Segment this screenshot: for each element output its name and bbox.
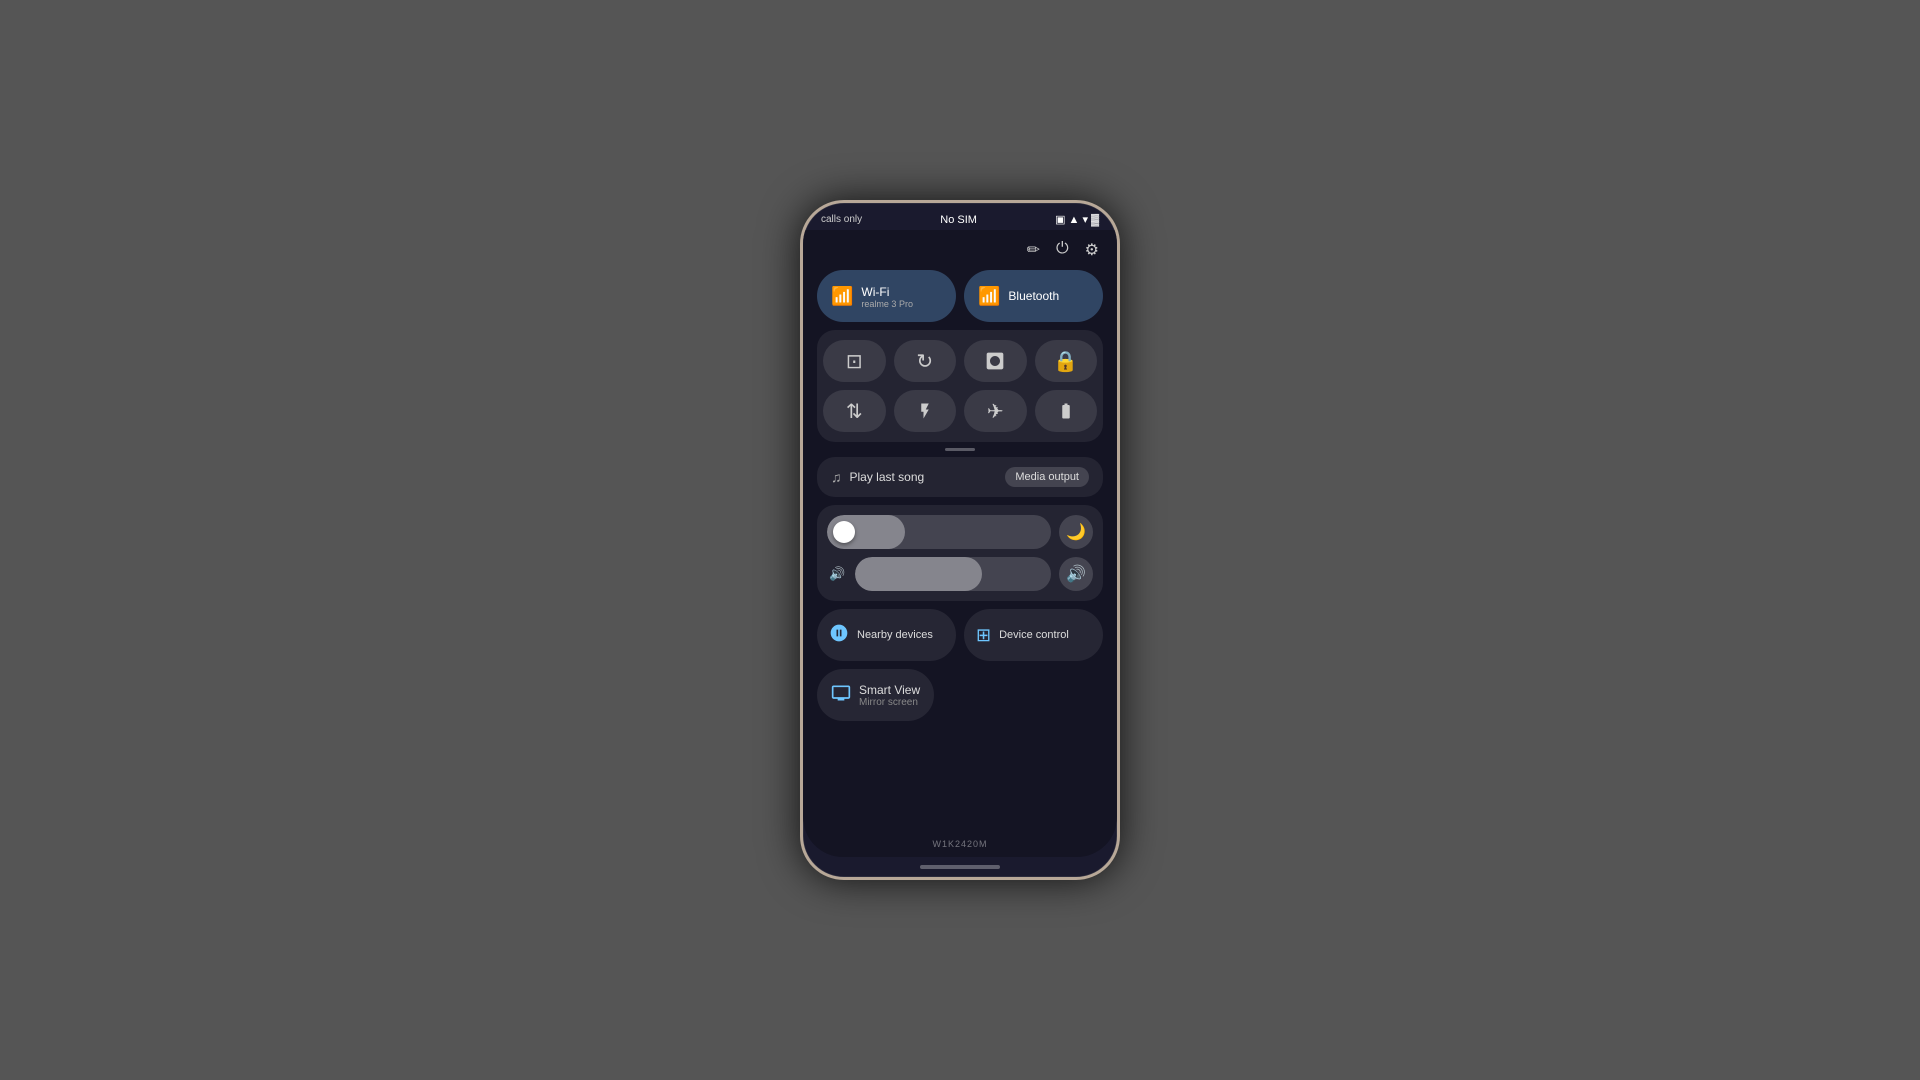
bluetooth-label: Bluetooth: [1008, 289, 1059, 303]
quick-panel: ✏ ⏻ ⚙ 📶 Wi-Fi realme 3 Pro 📶 Bluetooth: [803, 230, 1117, 857]
smart-view-btn[interactable]: Smart View Mirror screen: [817, 669, 934, 721]
phone-wrapper: calls only No SIM ▣ ▲ ▾ ▓ ✏ ⏻ ⚙ 📶: [800, 200, 1120, 880]
media-output-btn[interactable]: Media output: [1005, 467, 1089, 487]
volume-left-icon: 🔊: [827, 566, 847, 582]
lock-btn[interactable]: 🔒: [1035, 340, 1098, 382]
wifi-icon: 📶: [831, 286, 853, 307]
power-icon[interactable]: ⏻: [1056, 240, 1069, 260]
device-control-label: Device control: [999, 629, 1069, 641]
smart-view-icon: [831, 683, 851, 708]
smart-view-sub: Mirror screen: [859, 697, 920, 708]
airplane-btn[interactable]: ✈: [964, 390, 1027, 432]
battery-saver-btn[interactable]: [1035, 390, 1098, 432]
top-toggles: 📶 Wi-Fi realme 3 Pro 📶 Bluetooth: [817, 270, 1103, 322]
wifi-status-icon: ▾: [1082, 213, 1088, 226]
volume-fill: [855, 557, 982, 591]
media-row: ♫ Play last song Media output: [817, 457, 1103, 497]
sliders-section: 🌙 🔊 🔊: [817, 505, 1103, 601]
wifi-sublabel: realme 3 Pro: [861, 299, 913, 309]
scroll-indicator: [945, 448, 975, 451]
smart-view-label: Smart View: [859, 683, 920, 697]
nearby-devices-label: Nearby devices: [857, 629, 933, 641]
battery-icon: ▓: [1091, 214, 1099, 226]
nearby-devices-btn[interactable]: Nearby devices: [817, 609, 956, 661]
nearby-devices-icon: [829, 623, 849, 648]
brightness-row: 🌙: [827, 515, 1093, 549]
quick-icons-grid: ⊡ ↻ 🔒 ⇅ ✈: [817, 330, 1103, 442]
wifi-toggle[interactable]: 📶 Wi-Fi realme 3 Pro: [817, 270, 956, 322]
brightness-track[interactable]: [827, 515, 1051, 549]
pencil-icon[interactable]: ✏: [1027, 240, 1040, 260]
status-right: ▣ ▲ ▾ ▓: [1055, 213, 1099, 226]
home-indicator[interactable]: [920, 865, 1000, 869]
model-text: W1K2420M: [803, 839, 1117, 849]
smart-view-text: Smart View Mirror screen: [859, 683, 920, 708]
status-center: No SIM: [940, 214, 977, 226]
device-control-icon: ⊞: [976, 625, 991, 646]
rotate-btn[interactable]: ↻: [894, 340, 957, 382]
settings-icon[interactable]: ⚙: [1085, 240, 1099, 260]
brightness-thumb[interactable]: [833, 521, 855, 543]
phone: calls only No SIM ▣ ▲ ▾ ▓ ✏ ⏻ ⚙ 📶: [800, 200, 1120, 880]
screenshot-btn[interactable]: ⊡: [823, 340, 886, 382]
volume-track[interactable]: [855, 557, 1051, 591]
status-bar: calls only No SIM ▣ ▲ ▾ ▓: [803, 203, 1117, 230]
edit-row: ✏ ⏻ ⚙: [817, 238, 1103, 262]
flashlight-btn[interactable]: [894, 390, 957, 432]
media-label: Play last song: [850, 470, 925, 484]
media-left: ♫ Play last song: [831, 469, 924, 485]
sim-icon: ▣: [1055, 213, 1065, 226]
home-bar: [803, 857, 1117, 877]
bottom-btns: Nearby devices ⊞ Device control: [817, 609, 1103, 661]
device-control-btn[interactable]: ⊞ Device control: [964, 609, 1103, 661]
nfc-btn[interactable]: [964, 340, 1027, 382]
music-icon: ♫: [831, 469, 842, 485]
bluetooth-icon: 📶: [978, 286, 1000, 307]
night-mode-btn[interactable]: 🌙: [1059, 515, 1093, 549]
signal-icon: ▲: [1069, 214, 1080, 226]
status-left: calls only: [821, 214, 862, 225]
wifi-label: Wi-Fi: [861, 285, 889, 299]
volume-btn[interactable]: 🔊: [1059, 557, 1093, 591]
data-btn[interactable]: ⇅: [823, 390, 886, 432]
volume-row: 🔊 🔊: [827, 557, 1093, 591]
bluetooth-toggle[interactable]: 📶 Bluetooth: [964, 270, 1103, 322]
